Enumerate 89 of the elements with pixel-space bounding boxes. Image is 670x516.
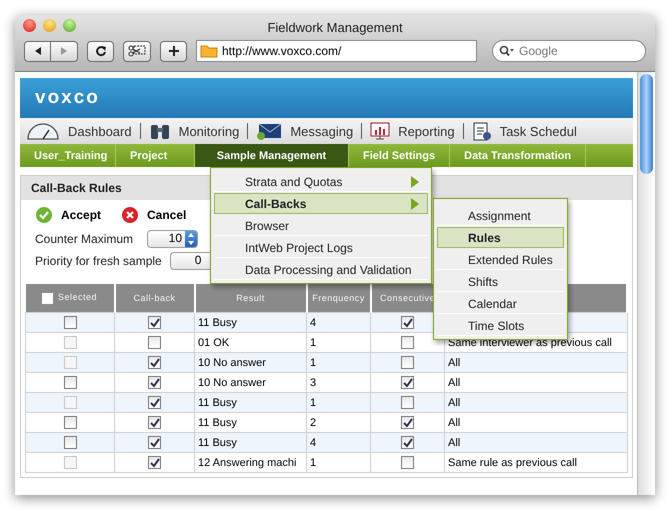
row-checkbox[interactable] (64, 376, 76, 389)
add-bookmark-button[interactable] (160, 40, 187, 62)
table-cell: 1 (310, 336, 316, 348)
module-tab[interactable]: Reporting (370, 122, 455, 140)
forward-button[interactable] (51, 40, 78, 62)
check-icon (35, 206, 53, 224)
table-cell: 10 No answer (198, 376, 266, 388)
scrollbar[interactable] (637, 72, 655, 495)
logo: voxco (35, 87, 100, 109)
reload-button[interactable] (87, 40, 114, 62)
row-checkbox[interactable] (64, 316, 76, 329)
cancel-button[interactable]: Cancel (121, 206, 186, 224)
accept-button[interactable]: Accept (35, 206, 102, 224)
address-field[interactable]: http://www.voxco.com/ (196, 40, 477, 62)
close-button[interactable] (23, 19, 36, 32)
row-checkbox[interactable] (64, 436, 76, 449)
counter-spinner[interactable]: 10 (147, 230, 198, 248)
nav-tab[interactable]: Sample Management (195, 144, 349, 167)
menu-item[interactable]: Strata and Quotas (214, 171, 428, 192)
submenu-arrow-icon (411, 176, 419, 188)
folder-icon (200, 44, 218, 58)
module-tab[interactable]: Monitoring (148, 122, 240, 140)
table-cell: All (448, 376, 460, 388)
callback-checkbox[interactable] (148, 416, 161, 429)
table-cell: 1 (310, 356, 316, 368)
table-cell: 10 No answer (198, 356, 266, 368)
column-header: Result (194, 284, 306, 312)
module-tab[interactable]: Task Schedul (472, 121, 577, 141)
window-title: Fieldwork Management (267, 20, 403, 34)
table-cell: 4 (310, 316, 316, 328)
row-checkbox[interactable] (64, 416, 76, 429)
table-cell: 2 (310, 416, 316, 428)
search-field[interactable]: Google (492, 40, 646, 62)
gauge-icon (26, 121, 60, 141)
table-cell: 11 Busy (198, 436, 237, 448)
consecutive-checkbox[interactable] (401, 416, 414, 429)
module-tab[interactable]: Dashboard (26, 121, 132, 141)
callback-checkbox[interactable] (148, 376, 161, 389)
menu-item[interactable]: IntWeb Project Logs (214, 237, 428, 258)
table-cell: 1 (310, 396, 316, 408)
field-label: Priority for fresh sample (35, 254, 162, 268)
scissors-icon (128, 45, 146, 57)
column-header: Selected (26, 284, 114, 312)
envelope-icon (256, 122, 282, 140)
select-all-checkbox[interactable] (42, 292, 53, 304)
table-cell: 1 (310, 456, 316, 468)
table-cell: 11 Busy (198, 316, 237, 328)
table-cell: 12 Answering machi (198, 456, 296, 468)
table-cell: All (448, 356, 460, 368)
back-button[interactable] (24, 40, 51, 62)
column-header: Call-back (114, 284, 194, 312)
table-cell: 01 OK (198, 336, 230, 348)
table-cell: All (448, 416, 460, 428)
menu-item[interactable]: Time Slots (437, 315, 564, 336)
panel-title: Call-Back Rules (31, 181, 122, 195)
menu-item[interactable]: Assignment (437, 205, 564, 226)
search-icon (499, 45, 515, 57)
consecutive-checkbox[interactable] (401, 436, 414, 449)
snip-button[interactable] (123, 40, 151, 62)
menu-item[interactable]: Extended Rules (437, 249, 564, 270)
table-cell: 11 Busy (198, 416, 237, 428)
callback-checkbox[interactable] (148, 316, 161, 329)
reload-icon (94, 45, 106, 57)
menu-item[interactable]: Calendar (437, 293, 564, 314)
bar-chart-icon (370, 122, 390, 140)
field-label: Counter Maximum (35, 232, 134, 246)
table-cell: Same rule as previous call (448, 456, 578, 468)
menu-item[interactable]: Rules (437, 227, 564, 248)
module-tab[interactable]: Messaging (256, 122, 354, 140)
menu-item[interactable]: Data Processing and Validation (214, 259, 428, 280)
forward-arrow-icon (59, 46, 69, 56)
column-header: Frenquency (306, 284, 370, 312)
plus-icon (168, 45, 180, 57)
binoculars-icon (148, 122, 171, 140)
table-cell: 4 (310, 436, 316, 448)
back-arrow-icon (32, 46, 42, 56)
submenu-arrow-icon (411, 198, 419, 210)
table-cell: All (448, 396, 460, 408)
menu-item[interactable]: Browser (214, 215, 428, 236)
menu-item[interactable]: Call-Backs (214, 193, 428, 214)
cross-icon (121, 206, 140, 224)
table-cell: All (448, 436, 460, 448)
menu-item[interactable]: Shifts (437, 271, 564, 292)
consecutive-checkbox[interactable] (401, 316, 414, 329)
table-cell: 3 (310, 376, 316, 388)
consecutive-checkbox[interactable] (401, 376, 414, 389)
table-cell: 11 Busy (198, 396, 237, 408)
clipboard-icon (472, 121, 492, 141)
callback-checkbox[interactable] (148, 436, 161, 449)
